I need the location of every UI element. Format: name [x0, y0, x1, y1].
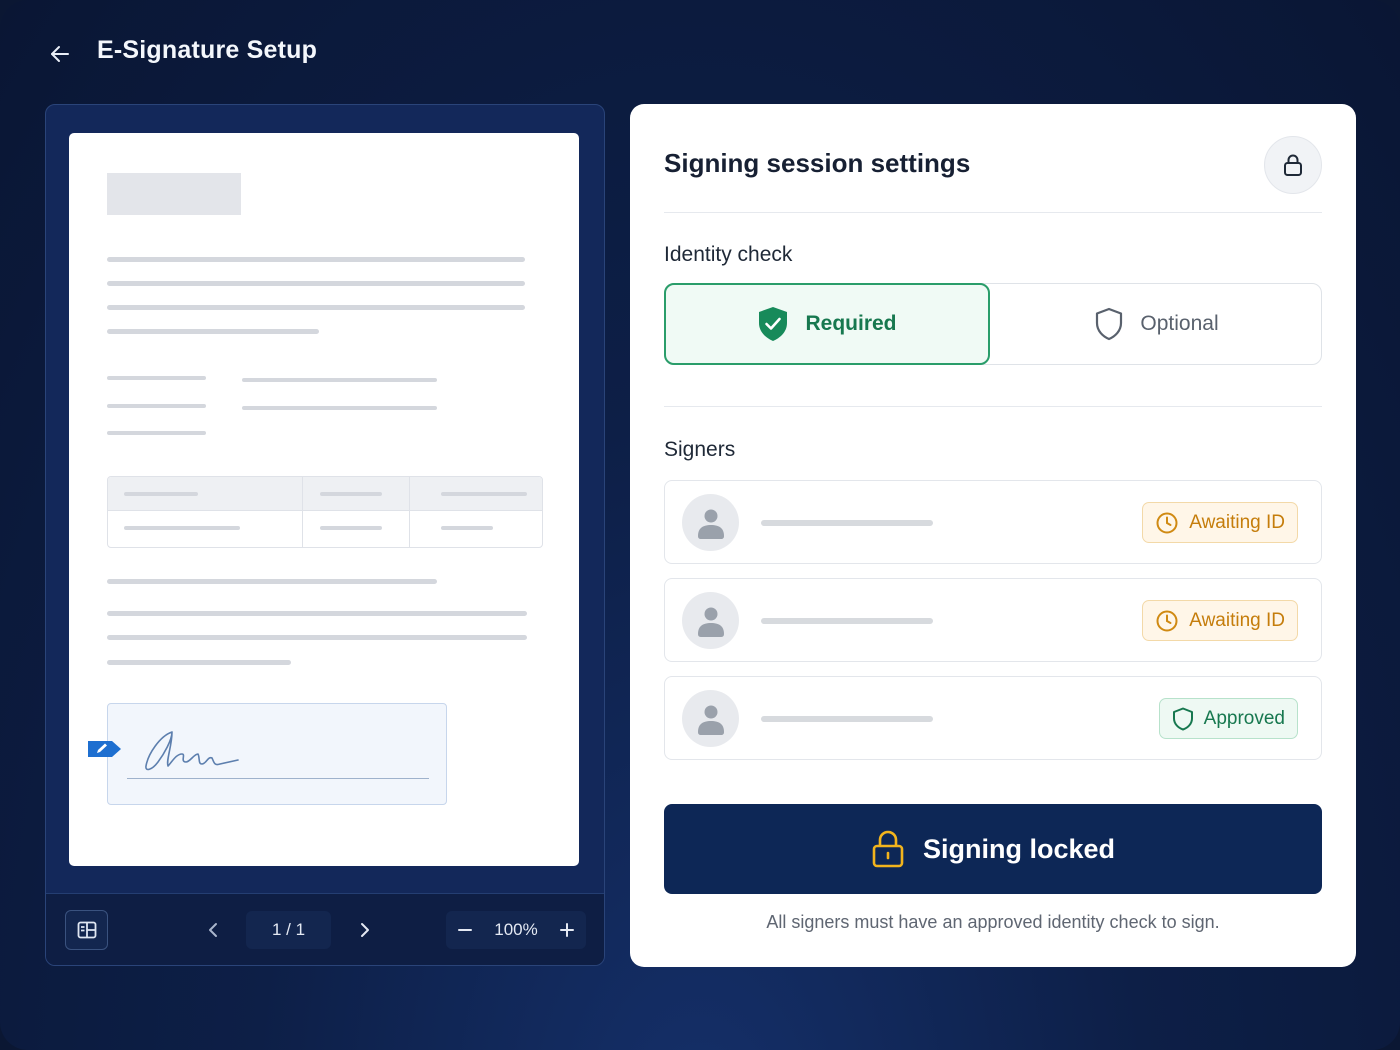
clock-icon [1156, 512, 1178, 533]
next-page-button[interactable] [346, 912, 382, 948]
signer-name-placeholder [761, 716, 933, 722]
status-badge-label: Approved [1203, 707, 1285, 729]
doc-field-label-line [107, 404, 206, 408]
doc-text-line [107, 611, 527, 616]
signer-name-placeholder [761, 520, 933, 526]
back-button[interactable] [40, 34, 80, 74]
identity-required-label: Required [805, 312, 897, 335]
doc-text-line [107, 635, 527, 640]
page-title: E-Signature Setup [97, 36, 318, 64]
clock-icon [1156, 610, 1178, 631]
minus-icon [458, 929, 472, 931]
thumbnails-icon [77, 921, 96, 939]
identity-check-toggle: Required Optional [664, 283, 1322, 365]
doc-heading-placeholder [107, 173, 241, 215]
signature-baseline [127, 778, 429, 779]
doc-field-label-line [107, 376, 206, 380]
doc-table-cell-line [320, 526, 382, 530]
identity-check-label: Identity check [664, 243, 793, 266]
shield-check-icon [759, 307, 788, 341]
user-icon [697, 607, 724, 637]
doc-table-cell-line [441, 526, 493, 530]
doc-table-placeholder [107, 476, 543, 548]
status-badge-label: Awaiting ID [1189, 511, 1285, 533]
previous-page-button[interactable] [196, 912, 232, 948]
shield-icon [1172, 707, 1193, 730]
section-divider [664, 212, 1322, 213]
doc-table-divider [302, 477, 303, 547]
doc-text-line [107, 257, 525, 262]
zoom-control: 100% [446, 911, 586, 949]
zoom-level: 100% [494, 920, 538, 939]
doc-text-line [107, 281, 525, 286]
doc-table-cell-line [441, 492, 527, 496]
signature-scribble [145, 731, 239, 771]
signature-field[interactable] [107, 703, 447, 805]
doc-table-cell-line [124, 492, 198, 496]
document-viewer: 1 / 1 100% [45, 104, 605, 966]
status-badge: Approved [1158, 698, 1298, 739]
signer-row[interactable]: Awaiting ID [664, 578, 1322, 662]
avatar [682, 494, 739, 551]
chevron-left-icon [209, 923, 217, 937]
padlock-icon [872, 830, 904, 868]
helper-text: All signers must have an approved identi… [766, 912, 1220, 932]
document-page[interactable] [69, 133, 579, 866]
status-badge: Awaiting ID [1142, 600, 1298, 641]
signing-locked-label: Signing locked [922, 833, 1116, 864]
chevron-right-icon [361, 923, 369, 937]
signer-row[interactable]: Awaiting ID [664, 480, 1322, 564]
doc-text-line [107, 660, 291, 665]
doc-table-cell-line [124, 526, 240, 530]
doc-text-line [107, 305, 525, 310]
doc-field-label-line [107, 431, 206, 435]
thumbnails-button[interactable] [65, 910, 108, 950]
avatar [682, 690, 739, 747]
settings-title: Signing session settings [664, 148, 971, 178]
identity-optional-option[interactable]: Optional [990, 283, 1323, 365]
zoom-out-button[interactable] [446, 911, 484, 949]
doc-field-value-line [242, 378, 437, 382]
viewer-toolbar: 1 / 1 100% [46, 893, 604, 965]
section-divider [664, 406, 1322, 407]
app-window: E-Signature Setup 1 / 1 100% Signing ses… [0, 0, 1400, 1050]
signing-settings-panel: Signing session settings Identity check … [630, 104, 1356, 967]
user-icon [697, 509, 724, 539]
plus-icon [560, 923, 574, 937]
lock-settings-button[interactable] [1264, 136, 1322, 194]
signing-locked-button[interactable]: Signing locked [664, 804, 1322, 894]
status-badge: Awaiting ID [1142, 502, 1298, 543]
doc-table-divider [409, 477, 410, 547]
doc-text-line [107, 329, 319, 334]
status-badge-label: Awaiting ID [1189, 609, 1285, 631]
pencil-icon [88, 741, 121, 757]
shield-icon [1096, 307, 1123, 341]
identity-required-option[interactable]: Required [664, 283, 990, 365]
identity-optional-label: Optional [1140, 312, 1219, 335]
doc-text-line [107, 579, 437, 584]
arrow-left-icon [51, 46, 69, 62]
user-icon [697, 705, 724, 735]
zoom-in-button[interactable] [548, 911, 586, 949]
doc-field-value-line [242, 406, 437, 410]
signers-label: Signers [664, 438, 736, 461]
page-indicator: 1 / 1 [246, 911, 331, 949]
signer-row[interactable]: Approved [664, 676, 1322, 760]
lock-icon [1284, 154, 1302, 176]
signature-field-tag[interactable] [86, 739, 122, 759]
doc-table-cell-line [320, 492, 382, 496]
signer-name-placeholder [761, 618, 933, 624]
avatar [682, 592, 739, 649]
